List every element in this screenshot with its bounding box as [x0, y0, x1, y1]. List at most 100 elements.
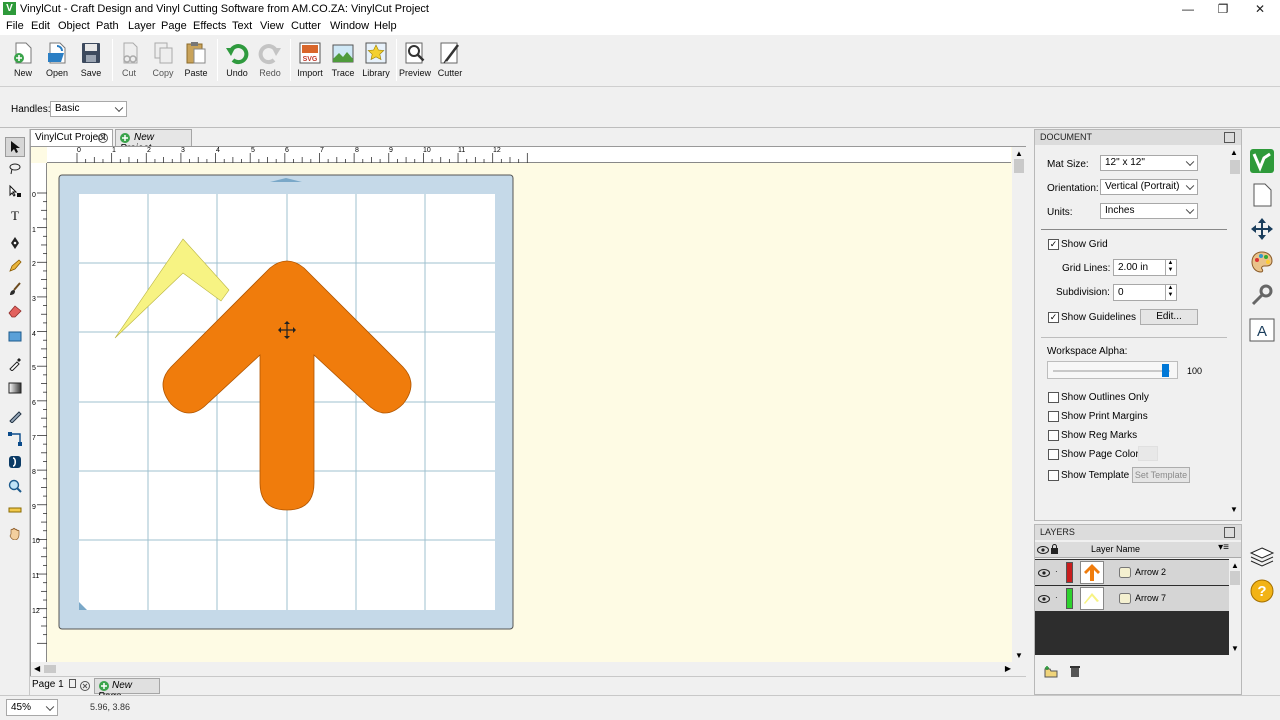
- menu-view[interactable]: View: [260, 20, 284, 32]
- show-outlines-only-checkbox[interactable]: [1048, 392, 1059, 403]
- eraser-tool[interactable]: [5, 301, 25, 321]
- show-reg-marks-checkbox[interactable]: [1048, 430, 1059, 441]
- scroll-up-icon[interactable]: ▲: [1231, 561, 1239, 570]
- scroll-up-icon[interactable]: ▲: [1014, 149, 1024, 159]
- close-button[interactable]: ✕: [1242, 0, 1278, 18]
- scroll-up-icon[interactable]: ▲: [1230, 148, 1238, 157]
- layer-name[interactable]: Arrow 7: [1135, 593, 1166, 603]
- spinner-icon[interactable]: ▲ ▼: [1165, 285, 1175, 300]
- new-page-tab[interactable]: New Page...: [94, 678, 160, 702]
- layer-name[interactable]: Arrow 2: [1135, 567, 1166, 577]
- menu-path[interactable]: Path: [96, 20, 119, 32]
- open-button[interactable]: Open: [40, 41, 74, 85]
- zoom-select[interactable]: 45%: [6, 699, 58, 716]
- mat-size-select[interactable]: 12" x 12": [1100, 155, 1198, 171]
- document-panel-button[interactable]: [1247, 180, 1276, 209]
- select-tool[interactable]: [5, 137, 25, 157]
- scroll-down-icon[interactable]: ▼: [1014, 651, 1024, 661]
- save-button[interactable]: Save: [74, 41, 108, 85]
- new-button[interactable]: New: [6, 41, 40, 85]
- zoom-tool[interactable]: [5, 476, 25, 496]
- menu-window[interactable]: Window: [330, 20, 369, 32]
- scrollbar-thumb[interactable]: [1230, 571, 1240, 585]
- slider-thumb[interactable]: [1162, 364, 1169, 377]
- add-layer-icon[interactable]: [1044, 665, 1058, 678]
- fill-tool[interactable]: [5, 378, 25, 398]
- show-grid-checkbox[interactable]: ✓: [1048, 239, 1059, 250]
- handles-select[interactable]: Basic: [50, 101, 127, 117]
- pan-tool[interactable]: [5, 523, 25, 543]
- scroll-left-icon[interactable]: ◀: [34, 664, 40, 673]
- layer-row[interactable]: · Arrow 7: [1035, 586, 1229, 611]
- tab-new-project[interactable]: New Project...: [115, 129, 192, 154]
- text-tool[interactable]: T: [5, 205, 25, 225]
- spinner-icon[interactable]: ▲ ▼: [1165, 260, 1175, 275]
- paste-button[interactable]: Paste: [179, 41, 213, 85]
- layer-color-swatch[interactable]: [1066, 588, 1073, 609]
- tab-vinylcut-project[interactable]: VinylCut Project: [30, 129, 113, 146]
- scrollbar-thumb[interactable]: [1230, 160, 1240, 174]
- knife-tool[interactable]: [5, 406, 25, 426]
- units-select[interactable]: Inches: [1100, 203, 1198, 219]
- menu-help[interactable]: Help: [374, 20, 397, 32]
- canvas-workspace[interactable]: 0 1 2 3 4 5 6 7 8 9 10 11 12 0 1 2 3 4 5…: [30, 146, 1026, 676]
- menu-layer[interactable]: Layer: [128, 20, 156, 32]
- shape-tool[interactable]: [5, 326, 25, 346]
- scroll-down-icon[interactable]: ▼: [1230, 505, 1238, 514]
- show-template-checkbox[interactable]: [1048, 470, 1059, 481]
- tools-settings-button[interactable]: [1247, 280, 1276, 309]
- scrollbar-thumb[interactable]: [1014, 159, 1024, 173]
- restore-button[interactable]: ❐: [1205, 0, 1241, 18]
- page-tab-1[interactable]: Page 1: [32, 679, 77, 690]
- layer-color-swatch[interactable]: [1066, 562, 1073, 583]
- minimize-button[interactable]: —: [1170, 0, 1206, 18]
- vertical-scrollbar[interactable]: ▲ ▼: [1012, 147, 1026, 663]
- weld-tool[interactable]: [5, 452, 25, 472]
- vinylcut-panel-button[interactable]: [1247, 146, 1276, 175]
- text-panel-button[interactable]: A: [1247, 315, 1276, 344]
- grid-lines-input[interactable]: 2.00 in ▲ ▼: [1113, 259, 1177, 276]
- show-print-margins-checkbox[interactable]: [1048, 411, 1059, 422]
- close-page-icon[interactable]: [80, 681, 90, 691]
- delete-layer-icon[interactable]: [1069, 665, 1081, 678]
- pencil-tool[interactable]: [5, 256, 25, 276]
- close-tab-icon[interactable]: [98, 133, 108, 143]
- preview-button[interactable]: Preview: [398, 41, 432, 85]
- measure-tool[interactable]: [5, 500, 25, 520]
- trace-button[interactable]: Trace: [326, 41, 360, 85]
- connector-tool[interactable]: [5, 429, 25, 449]
- scroll-right-icon[interactable]: ▶: [1005, 664, 1011, 673]
- panel-scrollbar[interactable]: ▲ ▼: [1229, 146, 1241, 518]
- show-guidelines-checkbox[interactable]: ✓: [1048, 312, 1059, 323]
- brush-tool[interactable]: [5, 279, 25, 299]
- cutting-mat-canvas[interactable]: [58, 174, 528, 634]
- subdivision-input[interactable]: 0 ▲ ▼: [1113, 284, 1177, 301]
- menu-edit[interactable]: Edit: [31, 20, 50, 32]
- eyedropper-tool[interactable]: [5, 354, 25, 374]
- lock-toggle-icon[interactable]: ·: [1055, 567, 1058, 576]
- scroll-down-icon[interactable]: ▼: [1231, 644, 1239, 653]
- scrollbar-thumb[interactable]: [44, 665, 56, 673]
- menu-file[interactable]: File: [6, 20, 24, 32]
- help-button[interactable]: ?: [1247, 576, 1276, 605]
- layer-row[interactable]: · Arrow 2: [1035, 560, 1229, 585]
- menu-icon[interactable]: ▾≡: [1218, 542, 1229, 553]
- undo-button[interactable]: Undo: [220, 41, 254, 85]
- menu-page[interactable]: Page: [161, 20, 187, 32]
- menu-effects[interactable]: Effects: [193, 20, 226, 32]
- layers-panel-button[interactable]: [1247, 542, 1276, 571]
- visibility-eye-icon[interactable]: [1038, 569, 1050, 577]
- lock-toggle-icon[interactable]: ·: [1055, 593, 1058, 602]
- horizontal-scrollbar[interactable]: ◀ ▶: [31, 662, 1026, 676]
- menu-text[interactable]: Text: [232, 20, 252, 32]
- edit-guidelines-button[interactable]: Edit...: [1140, 309, 1198, 325]
- set-template-button[interactable]: Set Template: [1132, 467, 1190, 483]
- library-button[interactable]: Library: [359, 41, 393, 85]
- pen-tool[interactable]: [5, 233, 25, 253]
- import-button[interactable]: SVG Import: [293, 41, 327, 85]
- menu-object[interactable]: Object: [58, 20, 90, 32]
- color-panel-button[interactable]: [1247, 247, 1276, 276]
- show-page-color-checkbox[interactable]: [1048, 449, 1059, 460]
- redo-button[interactable]: Redo: [253, 41, 287, 85]
- menu-cutter[interactable]: Cutter: [291, 20, 321, 32]
